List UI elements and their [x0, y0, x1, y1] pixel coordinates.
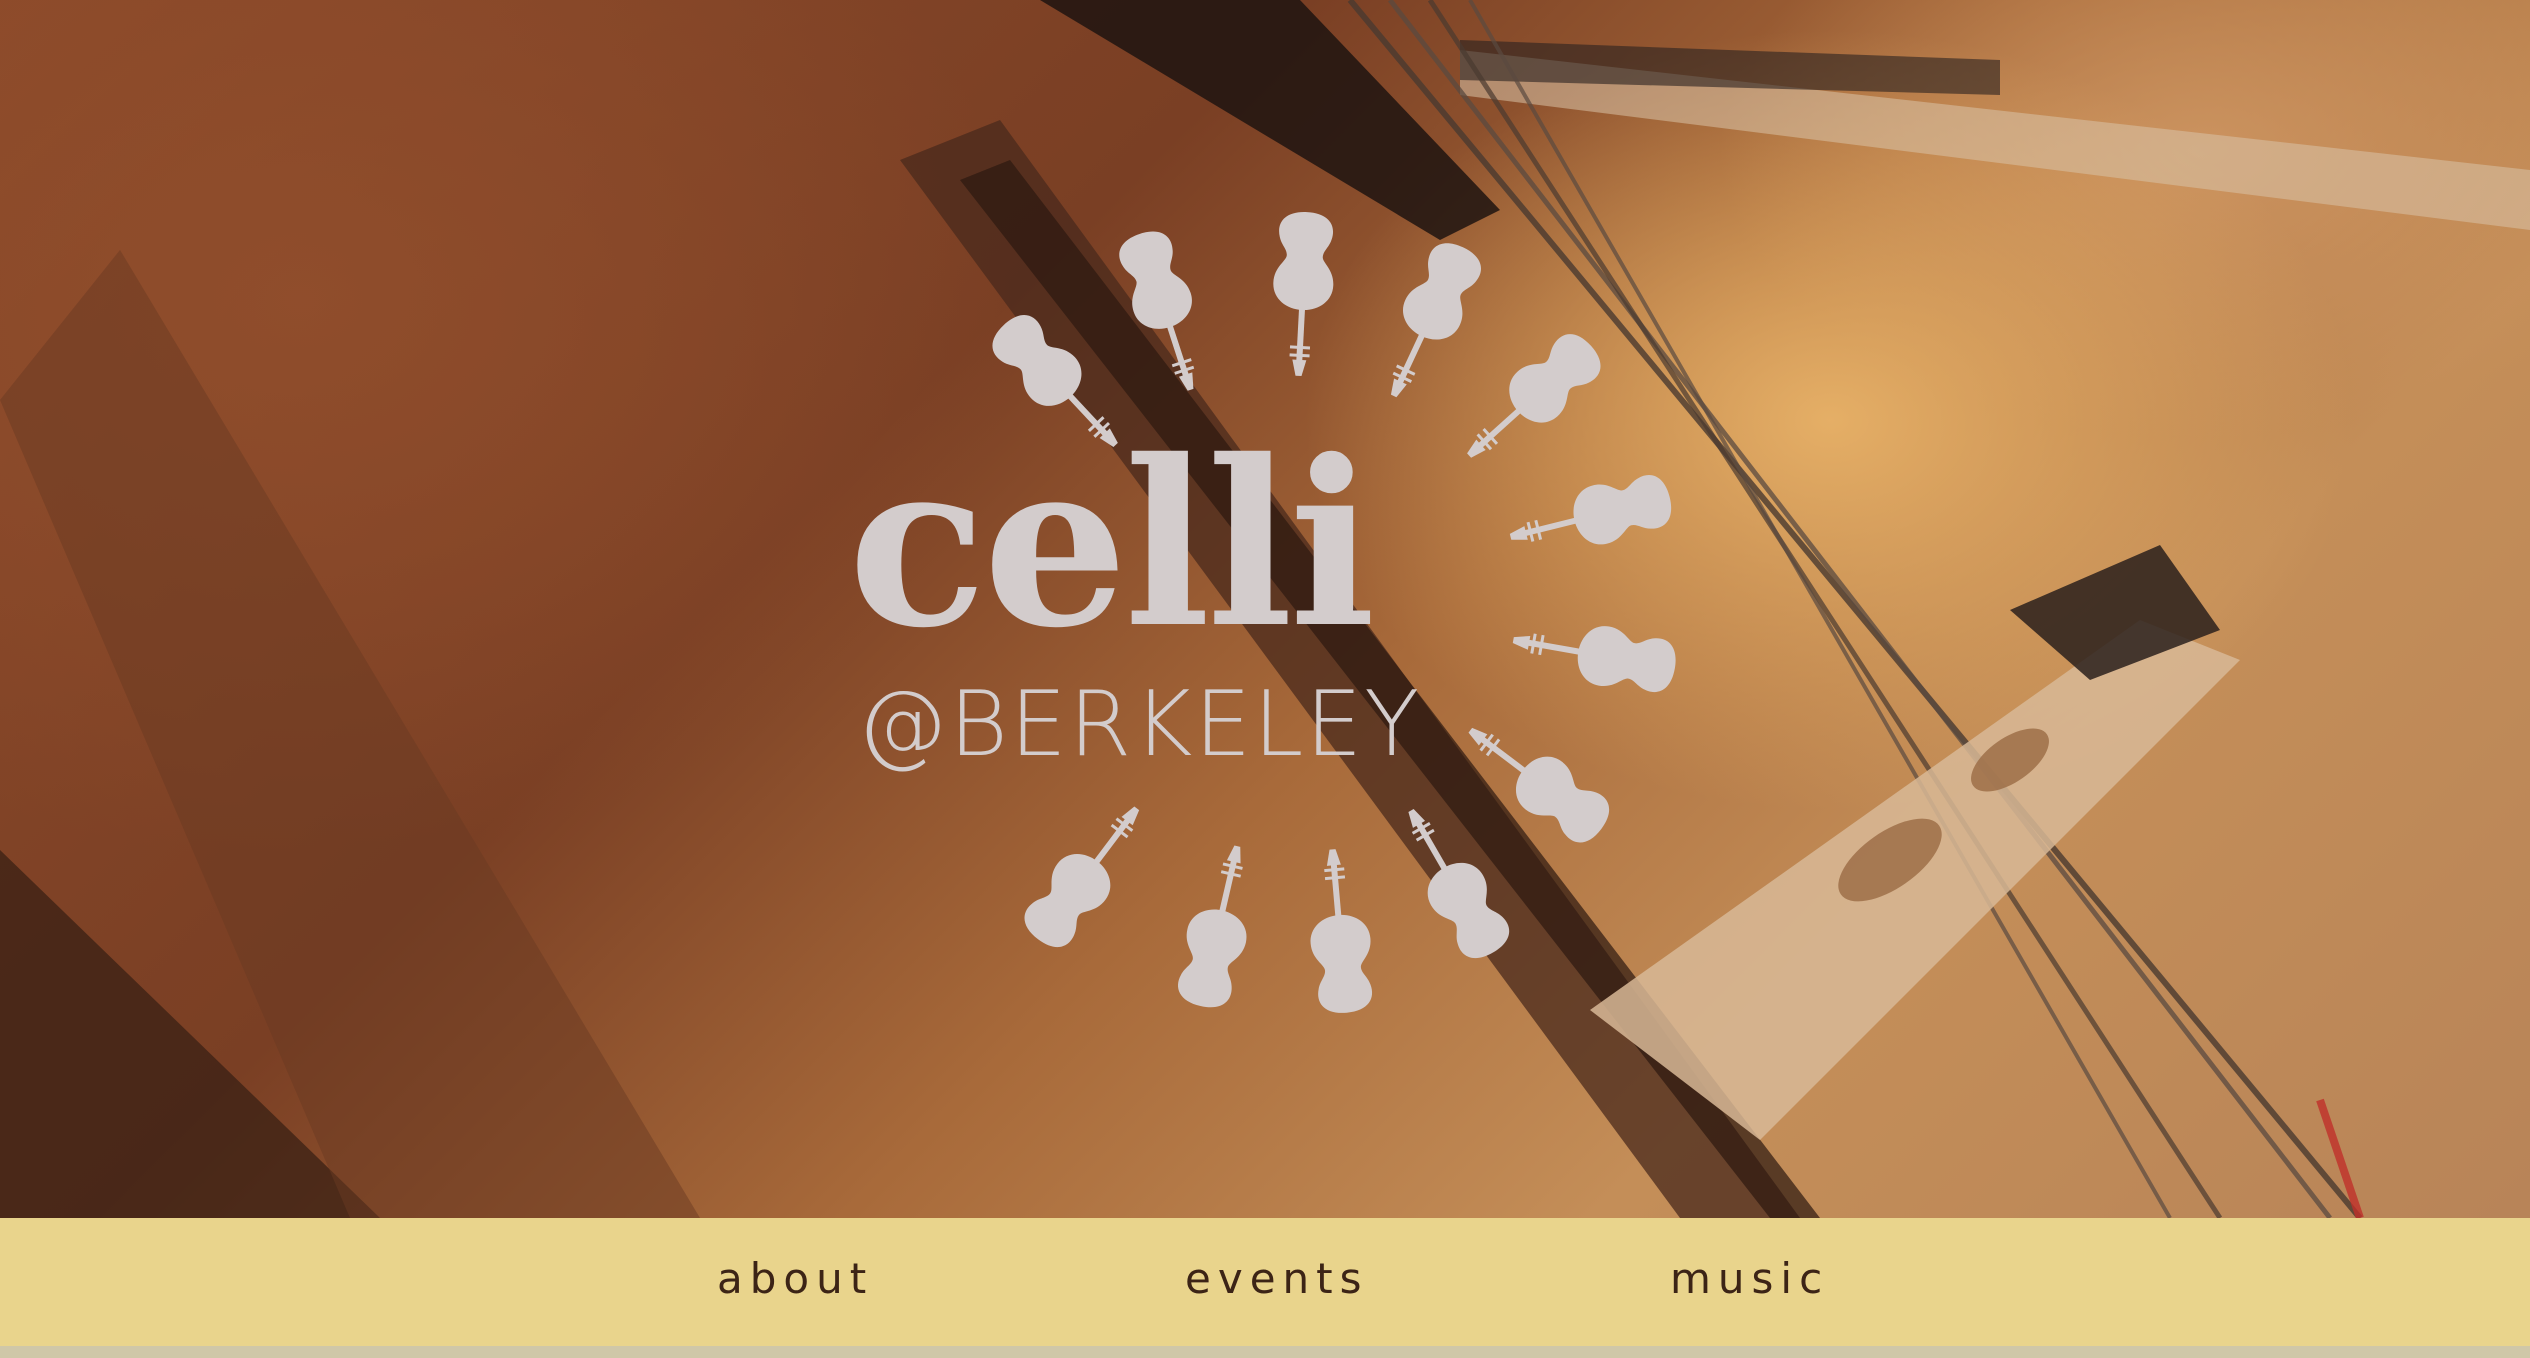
logo-title: celli — [848, 410, 1376, 678]
nav-item-about[interactable]: about — [717, 1258, 873, 1300]
logo-subtitle: @BERKELEY — [857, 672, 1422, 777]
nav-item-music[interactable]: music — [1670, 1258, 1829, 1300]
nav-item-events[interactable]: events — [1185, 1258, 1369, 1300]
nav-bottom-strip — [0, 1346, 2530, 1358]
site-logo[interactable]: celli @BERKELEY — [0, 0, 2530, 1218]
hero-background: celli @BERKELEY — [0, 0, 2530, 1218]
